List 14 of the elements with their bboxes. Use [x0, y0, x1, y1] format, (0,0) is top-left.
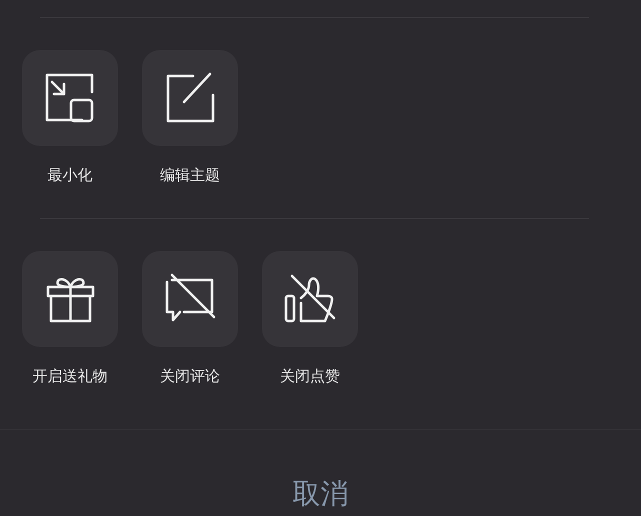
tile-label: 开启送礼物	[32, 366, 108, 386]
menu-tile[interactable]	[22, 251, 118, 347]
edit-icon	[164, 72, 216, 124]
cancel-button[interactable]: 取消	[292, 469, 348, 516]
tile-label: 编辑主题	[160, 165, 220, 185]
tile-label: 最小化	[48, 165, 92, 185]
menu-tile[interactable]	[142, 251, 238, 347]
menu-tile[interactable]	[142, 50, 238, 146]
tile-label: 关闭点赞	[280, 366, 340, 386]
tile-label: 关闭评论	[160, 366, 220, 386]
menu-tile[interactable]	[22, 50, 118, 146]
menu-tile[interactable]	[262, 251, 358, 347]
like-off-icon	[284, 273, 336, 325]
picture-in-picture-icon	[44, 72, 96, 124]
